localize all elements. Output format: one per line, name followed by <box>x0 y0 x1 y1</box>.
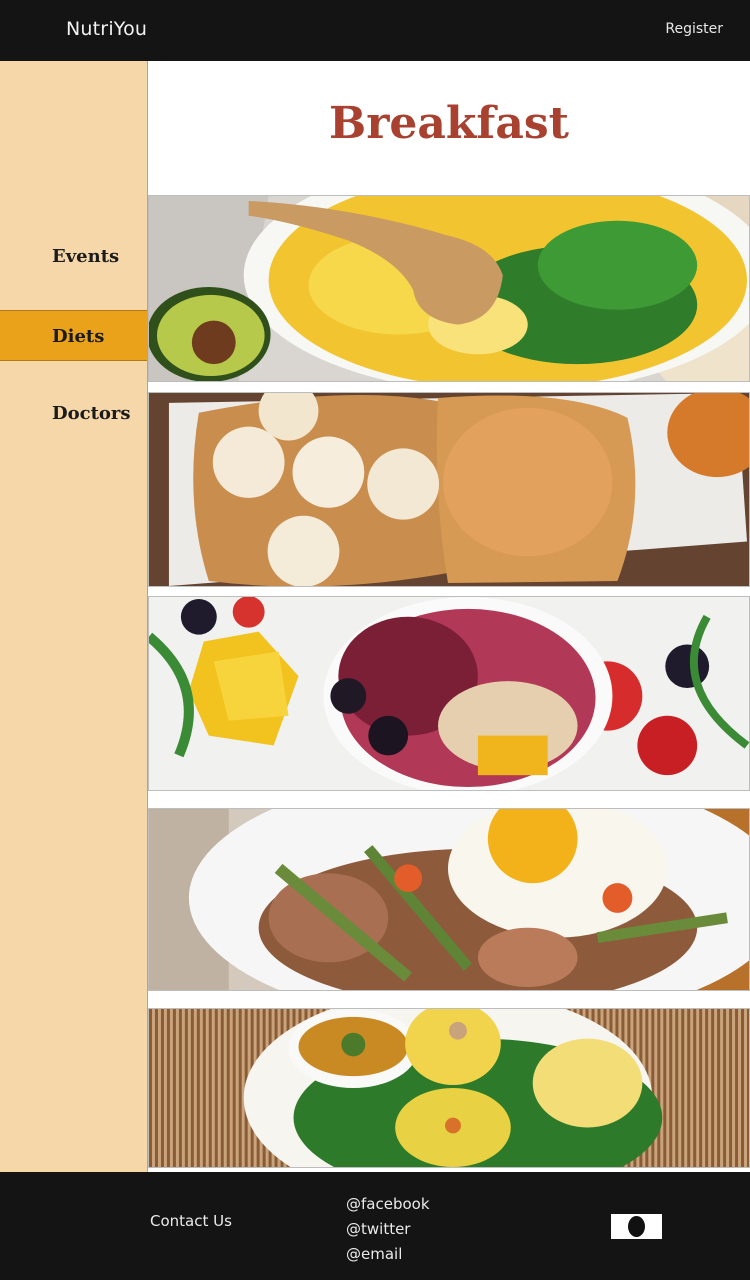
sidebar: Events Diets Doctors <box>0 61 148 1172</box>
twitter-link[interactable]: @twitter <box>346 1217 430 1242</box>
social-links: @facebook @twitter @email <box>346 1192 430 1267</box>
page-title: Breakfast <box>329 98 569 149</box>
toast-image <box>149 393 749 586</box>
breakfast-photo-indian-plate[interactable] <box>148 1008 750 1168</box>
title-area: Breakfast <box>148 61 750 195</box>
sidebar-item-events[interactable]: Events <box>0 231 147 282</box>
breakfast-photo-smoothie-bowl[interactable] <box>148 596 750 791</box>
top-navbar: NutriYou Register <box>0 0 750 61</box>
breakfast-photo-eggs[interactable] <box>148 195 750 382</box>
eggs-image <box>149 196 749 381</box>
breakfast-photo-fried-egg[interactable] <box>148 808 750 991</box>
oval-logo-icon <box>611 1214 662 1239</box>
brand-logo-text[interactable]: NutriYou <box>66 18 147 40</box>
fried-egg-image <box>149 809 749 990</box>
email-link[interactable]: @email <box>346 1242 430 1267</box>
oval-shape <box>628 1216 645 1237</box>
sidebar-item-doctors[interactable]: Doctors <box>0 388 147 439</box>
footer: Contact Us @facebook @twitter @email <box>0 1172 750 1280</box>
contact-us-link[interactable]: Contact Us <box>150 1212 232 1230</box>
smoothie-bowl-image <box>149 597 749 790</box>
breakfast-photo-toast[interactable] <box>148 392 750 587</box>
indian-plate-image <box>149 1009 749 1167</box>
register-link[interactable]: Register <box>665 21 723 37</box>
sidebar-item-diets[interactable]: Diets <box>0 310 147 361</box>
facebook-link[interactable]: @facebook <box>346 1192 430 1217</box>
